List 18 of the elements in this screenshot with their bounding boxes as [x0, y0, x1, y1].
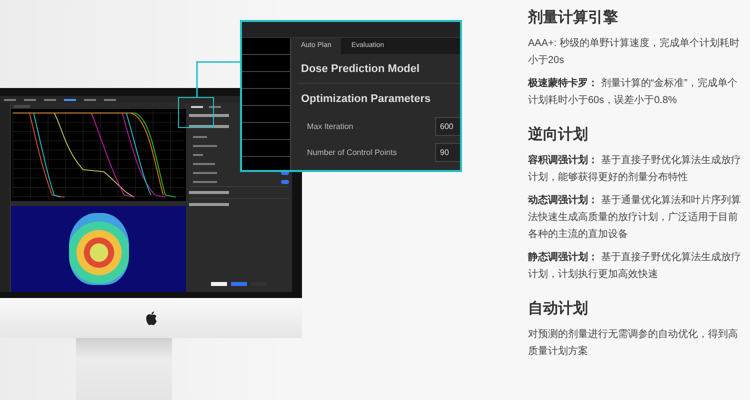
feature-description: 容积调强计划： 基于直接子野优化算法生成放疗计划，能够获得更好的剂量分布特性 — [528, 153, 742, 185]
section-heading: 剂量计算引擎 — [528, 8, 619, 27]
parameter-field[interactable]: 90 — [435, 142, 460, 162]
toggle-switch[interactable] — [281, 180, 289, 184]
section-heading: 自动计划 — [528, 299, 589, 318]
feature-description: AAA+: 秒级的单野计算速度，完成单个计划耗时小于20s — [528, 36, 740, 68]
feature-description: 极速蒙特卡罗： 剂量计算的“金标准”，完成单个计划耗时小于60s，误差小于0.8% — [528, 76, 738, 108]
section-heading: 逆向计划 — [528, 125, 589, 144]
parameter-label: Number of Control Points — [307, 148, 397, 156]
section-title: Dose Prediction Model — [300, 62, 421, 77]
parameter-field[interactable]: 600 — [435, 116, 460, 136]
section-title: Optimization Parameters — [300, 92, 432, 107]
highlight-frame — [178, 97, 214, 128]
feature-description: 对预测的剂量进行无需调参的自动优化，得到高质量计划方案 — [528, 328, 739, 359]
feature-description: 动态调强计划： 基于通量优化算法和叶片序列算法快速生成高质量的放疗计划，广泛适用于目前各种的主流的直加设备 — [528, 194, 742, 242]
feature-description: 静态调强计划： 基于直接子野优化算法生成放疗计划，计划执行更加高效快速 — [528, 250, 742, 282]
parameter-label: Max Iteration — [307, 122, 354, 130]
apple-logo-icon — [144, 310, 158, 326]
